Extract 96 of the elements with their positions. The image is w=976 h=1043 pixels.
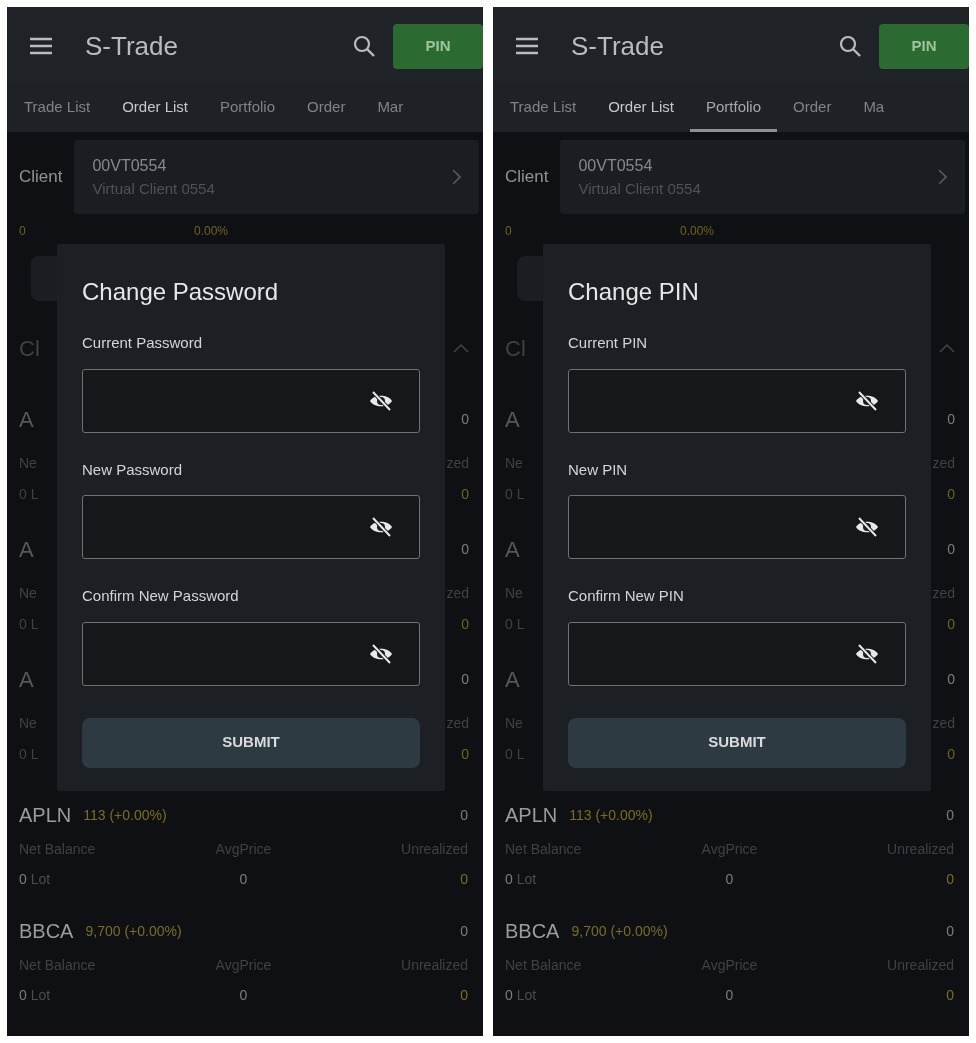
field-value: 0: [945, 869, 954, 889]
password-field[interactable]: [82, 621, 420, 686]
stock-symbol: BBCA: [505, 919, 560, 944]
tab[interactable]: Ma: [847, 85, 901, 132]
pin-button[interactable]: PIN: [879, 23, 969, 69]
stock-value: 0: [460, 921, 468, 941]
field-value: 0: [947, 539, 955, 559]
pin-button[interactable]: PIN: [393, 23, 483, 69]
summary-value: 0: [19, 223, 27, 240]
stock-price: 113 (+0.00%): [83, 805, 167, 825]
password-field[interactable]: [82, 495, 420, 559]
field-value: 0: [459, 869, 468, 889]
dialog-title: Change Password: [82, 277, 280, 307]
field-value: 0: [947, 669, 955, 689]
field-value: 0: [947, 614, 955, 634]
field-value: 0: [724, 869, 735, 889]
tab[interactable]: Order List: [106, 85, 204, 132]
field-label: New PIN: [568, 459, 629, 480]
submit-button[interactable]: SUBMIT: [82, 717, 420, 768]
menu-icon[interactable]: [515, 37, 539, 55]
search-icon[interactable]: [353, 35, 375, 57]
eye-slash-icon[interactable]: [855, 517, 879, 537]
stock-value: 0: [460, 805, 468, 825]
tab[interactable]: Order: [777, 85, 848, 132]
submit-button[interactable]: SUBMIT: [568, 717, 906, 768]
unit-label: Lot: [516, 985, 537, 1005]
stock-value: 0: [946, 805, 954, 825]
field-value: 0: [505, 985, 513, 1005]
field-value: 0: [461, 614, 469, 634]
field-value: 0: [238, 869, 249, 889]
search-icon[interactable]: [839, 35, 861, 57]
field-value: 0: [459, 985, 468, 1005]
summary-value: 0: [505, 223, 513, 240]
stock-symbol: A: [505, 535, 520, 564]
field-value: 0: [461, 484, 469, 504]
field-value: 0: [19, 985, 27, 1005]
field-label: Current PIN: [568, 333, 649, 353]
tab[interactable]: Order List: [592, 85, 690, 132]
chevron-right-icon: [452, 169, 461, 185]
field-value: 0: [947, 484, 955, 504]
eye-slash-icon[interactable]: [855, 390, 879, 411]
stock-symbol: A: [505, 405, 520, 434]
field-label: Confirm New PIN: [568, 586, 685, 606]
unit-label: Lot: [30, 985, 51, 1005]
field-label: Current Password: [82, 333, 204, 353]
stock-symbol: A: [19, 665, 34, 694]
eye-slash-icon[interactable]: [369, 643, 393, 664]
unit-label: Lot: [516, 869, 537, 889]
tab[interactable]: Trade List: [7, 85, 107, 132]
chevron-right-icon: [938, 169, 947, 185]
password-field[interactable]: [568, 621, 906, 686]
field-value: 0: [947, 409, 955, 429]
client-code: 00VT0554: [578, 155, 654, 176]
tab[interactable]: Trade List: [493, 85, 593, 132]
eye-slash-icon[interactable]: [855, 643, 879, 664]
field-value: 0: [724, 985, 735, 1005]
stock-symbol: APLN: [505, 803, 558, 828]
client-label: Client: [19, 166, 63, 189]
field-value: 0: [947, 744, 955, 764]
summary-percent: 0.00%: [680, 223, 715, 240]
field-value: 0: [461, 539, 469, 559]
field-value: 0: [19, 869, 27, 889]
summary-percent: 0.00%: [194, 223, 229, 240]
stock-symbol: BBCA: [19, 919, 74, 944]
tab[interactable]: Portfolio: [204, 85, 292, 132]
eye-slash-icon[interactable]: [369, 517, 393, 537]
field-value: 0: [945, 985, 954, 1005]
stock-price: 113 (+0.00%): [569, 805, 653, 825]
password-field[interactable]: [568, 495, 906, 559]
stock-symbol: A: [19, 405, 34, 434]
stock-price: 9,700 (+0.00%): [571, 921, 668, 941]
eye-slash-icon[interactable]: [369, 390, 393, 411]
password-field[interactable]: [568, 368, 906, 433]
tab[interactable]: Order: [291, 85, 362, 132]
field-value: 0: [461, 409, 469, 429]
stock-symbol: A: [505, 665, 520, 694]
field-label: New Password: [82, 459, 184, 480]
stock-value: 0: [946, 921, 954, 941]
dialog-title: Change PIN: [568, 277, 700, 307]
client-label: Client: [505, 166, 549, 189]
app-title: S-Trade: [85, 29, 178, 63]
password-field[interactable]: [82, 368, 420, 433]
field-label: Confirm New Password: [82, 586, 240, 606]
field-value: 0: [461, 669, 469, 689]
client-code: 00VT0554: [92, 155, 168, 176]
tab[interactable]: Portfolio: [690, 85, 778, 132]
field-value: 0: [238, 985, 249, 1005]
field-value: 0: [505, 869, 513, 889]
tab[interactable]: Mar: [361, 85, 420, 132]
app-title: S-Trade: [571, 29, 664, 63]
field-value: 0: [461, 744, 469, 764]
stock-price: 9,700 (+0.00%): [85, 921, 182, 941]
unit-label: Lot: [30, 869, 51, 889]
menu-icon[interactable]: [29, 37, 53, 55]
stock-symbol: A: [19, 535, 34, 564]
stock-symbol: APLN: [19, 803, 72, 828]
